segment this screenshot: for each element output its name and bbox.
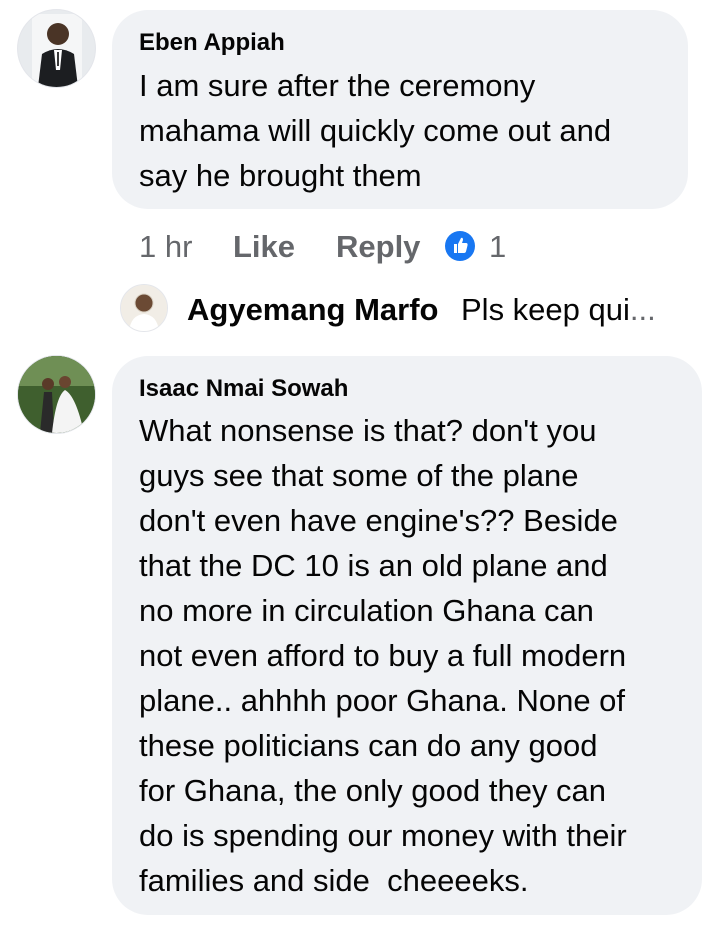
comment-text: What nonsense is that? don't you guys se… [139, 408, 694, 903]
person-avatar-icon [18, 356, 95, 433]
comment-text-line: guys see that some of the plane [139, 458, 579, 493]
comment-text-line: do is spending our money with their [139, 818, 627, 853]
comment-isaac-nmai-sowah: Isaac Nmai Sowah What nonsense is that? … [0, 0, 720, 929]
comment-text-line: not even afford to buy a full modern [139, 638, 627, 673]
comment-text-line: plane.. ahhhh poor Ghana. None of [139, 683, 626, 718]
comment-text-line: no more in circulation Ghana can [139, 593, 594, 628]
comment-text-line: What nonsense is that? don't you [139, 413, 597, 448]
comment-text-line: families and side cheeeeks. [139, 863, 529, 898]
comment-text-line: don't even have engine's?? Beside [139, 503, 618, 538]
comment-author[interactable]: Isaac Nmai Sowah [139, 375, 348, 403]
comment-text-line: for Ghana, the only good they can [139, 773, 607, 808]
comment-text-line: these politicians can do any good [139, 728, 598, 763]
comment-text-line: that the DC 10 is an old plane and [139, 548, 608, 583]
avatar-isaac-nmai-sowah[interactable] [17, 355, 96, 434]
